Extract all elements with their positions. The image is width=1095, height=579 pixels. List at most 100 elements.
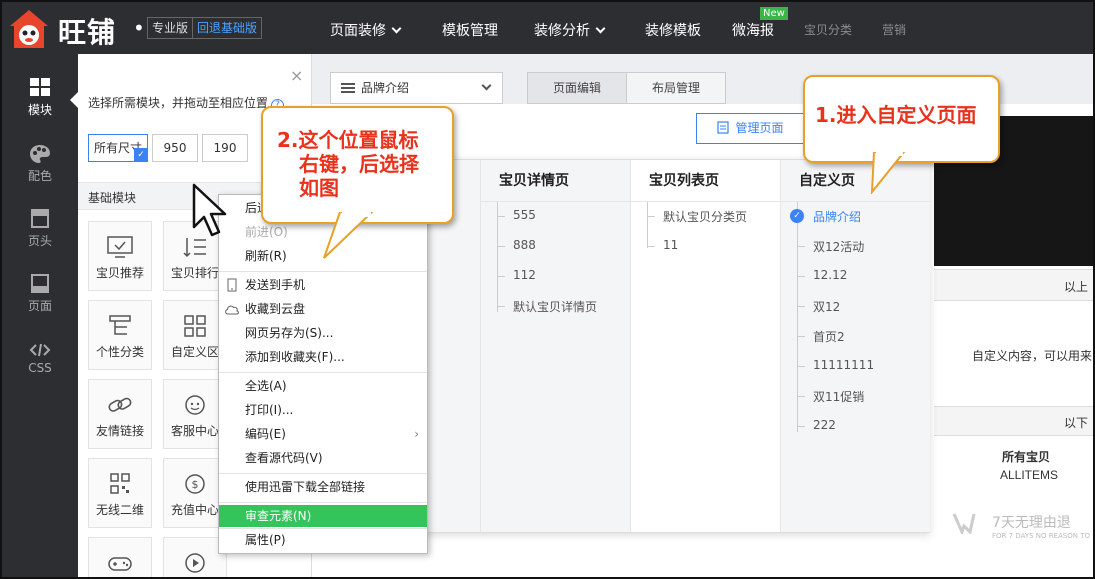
annotation-callout-step2: 2.这个位置鼠标 右键，后选择 如图 [261,106,454,224]
link-icon [108,397,132,412]
phone-icon [227,278,237,292]
page-link[interactable]: 双11促销 [813,388,864,405]
page-column-item-list: 宝贝列表页 默认宝贝分类页 11 [631,160,781,532]
svg-text:$: $ [192,478,199,491]
menu-icon [341,83,355,93]
edition-switch: 专业版 回退基础版 [147,17,263,39]
gamepad-icon [108,557,132,571]
callout-pointer-step1 [870,152,906,194]
chevron-right-icon: › [414,427,419,441]
page-link[interactable]: 双12 [813,298,840,315]
menu-item-save-to-cloud[interactable]: 收藏到云盘 [219,298,427,320]
menu-item-thunder-download[interactable]: 使用迅雷下载全部链接 [219,476,427,498]
menu-item-print[interactable]: 打印(I)... [219,399,427,421]
page-link[interactable]: 首页2 [813,328,845,345]
page-link[interactable]: 11 [663,238,678,252]
brand-logo-icon [10,10,48,48]
mouse-cursor-icon [192,183,227,237]
grid-icon [30,78,50,96]
rail-item-css[interactable]: CSS [2,342,78,375]
page-select-dropdown[interactable]: 品牌介绍 [330,72,503,104]
menu-item-encoding[interactable]: 编码(E) › [219,423,427,445]
edition-label: 专业版 [148,18,194,38]
screenshot-frame: 旺铺 • 专业版 回退基础版 页面装修 模板管理 装修分析 装修模板 微海报 N… [0,0,1095,579]
page-link[interactable]: 222 [813,418,836,432]
dollar-icon: $ [185,474,205,494]
tab-layout-manage[interactable]: 布局管理 [626,72,726,104]
nav-decoration-templates[interactable]: 装修模板 [645,20,701,40]
size-filter-950[interactable]: 950 [152,134,198,162]
page-link[interactable]: 双12活动 [813,238,864,255]
nav-item-category[interactable]: 宝贝分类 [804,21,852,38]
section-divider-above: 以上 [934,269,1093,301]
menu-item-view-source[interactable]: 查看源代码(V) [219,447,427,469]
monitor-check-icon [107,236,133,258]
manage-pages-button[interactable]: 管理页面 [696,113,805,144]
nav-micro-poster[interactable]: 微海报 [732,20,774,40]
page-link[interactable]: 默认宝贝分类页 [663,208,747,225]
all-items-title: 所有宝贝 [1002,450,1051,464]
module-item-recommend[interactable]: 宝贝推荐 [88,221,152,291]
tree-icon [109,315,131,335]
annotation-callout-step1: 1.进入自定义页面 [803,75,1000,163]
page-column-item-detail: 宝贝详情页 555 888 112 默认宝贝详情页 [481,160,631,532]
menu-item-add-favorite[interactable]: 添加到收藏夹(F)... [219,346,427,368]
chevron-down-icon [481,80,492,91]
size-filter-190[interactable]: 190 [202,134,248,162]
headset-icon [185,395,205,415]
module-item-custom-category[interactable]: 个性分类 [88,300,152,370]
qr-code-icon [110,473,130,494]
nav-marketing[interactable]: 营销 [882,21,906,38]
rail-item-colors[interactable]: 配色 [2,144,78,184]
page-link-selected[interactable]: 品牌介绍 [813,208,861,225]
page-link[interactable]: 888 [513,238,536,252]
play-icon [185,553,205,573]
menu-item-inspect-element[interactable]: 审查元素(N) [219,505,427,527]
module-item-mobile-qr[interactable]: 无线二维 [88,458,152,528]
code-icon [29,343,51,357]
downgrade-link[interactable]: 回退基础版 [193,18,261,38]
page-icon [31,274,49,293]
brand-name: 旺铺 [58,16,117,49]
module-item-game[interactable] [88,537,152,577]
nav-page-decoration[interactable]: 页面装修 [330,20,402,40]
document-icon [717,121,730,134]
close-icon[interactable]: × [290,66,303,85]
page-link[interactable]: 12.12 [813,268,847,282]
chevron-down-icon [391,23,402,34]
module-hint: 选择所需模块，并拖动至相应位置? [88,94,285,112]
all-items-subtitle: ALLITEMS [1000,468,1059,482]
header-icon [31,209,49,228]
menu-item-save-as[interactable]: 网页另存为(S)... [219,322,427,344]
page-link[interactable]: 555 [513,208,536,222]
selected-check-icon: ✓ [790,209,804,223]
rail-item-header[interactable]: 页头 [2,209,78,249]
custom-content-text: 自定义内容，可以用来 [972,349,1093,363]
page-link[interactable]: 默认宝贝详情页 [513,298,597,315]
sort-list-icon [183,238,206,258]
cloud-icon [225,305,239,315]
menu-item-properties[interactable]: 属性(P) [219,529,427,551]
tab-page-edit[interactable]: 页面编辑 [527,72,627,104]
page-link[interactable]: 11111111 [813,358,874,372]
page-link[interactable]: 112 [513,268,536,282]
top-navigation-bar: 旺铺 • 专业版 回退基础版 页面装修 模板管理 装修分析 装修模板 微海报 N… [2,2,1093,54]
section-divider-below: 以下 [934,406,1093,436]
page-column-custom: 自定义页 ✓ 品牌介绍 双12活动 12.12 双12 首页2 11111111… [781,160,930,532]
grid-outline-icon [184,315,206,337]
nav-template-management[interactable]: 模板管理 [442,20,498,40]
callout-pointer-step2 [323,212,374,259]
left-rail: 模块 配色 页头 页面 CSS [2,54,78,577]
menu-item-select-all[interactable]: 全选(A) [219,375,427,397]
module-item-friend-links[interactable]: 友情链接 [88,379,152,449]
rail-item-page[interactable]: 页面 [2,274,78,314]
check-icon: ✓ [134,148,148,162]
return-logo-icon [952,513,976,534]
new-badge: New [760,7,788,20]
size-filter-all[interactable]: 所有尺寸 ✓ [88,134,148,162]
palette-icon [30,145,50,163]
rail-item-modules[interactable]: 模块 [2,78,78,118]
nav-decoration-analysis[interactable]: 装修分析 [534,20,606,40]
chevron-down-icon [595,23,606,34]
menu-item-send-to-phone[interactable]: 发送到手机 [219,274,427,296]
